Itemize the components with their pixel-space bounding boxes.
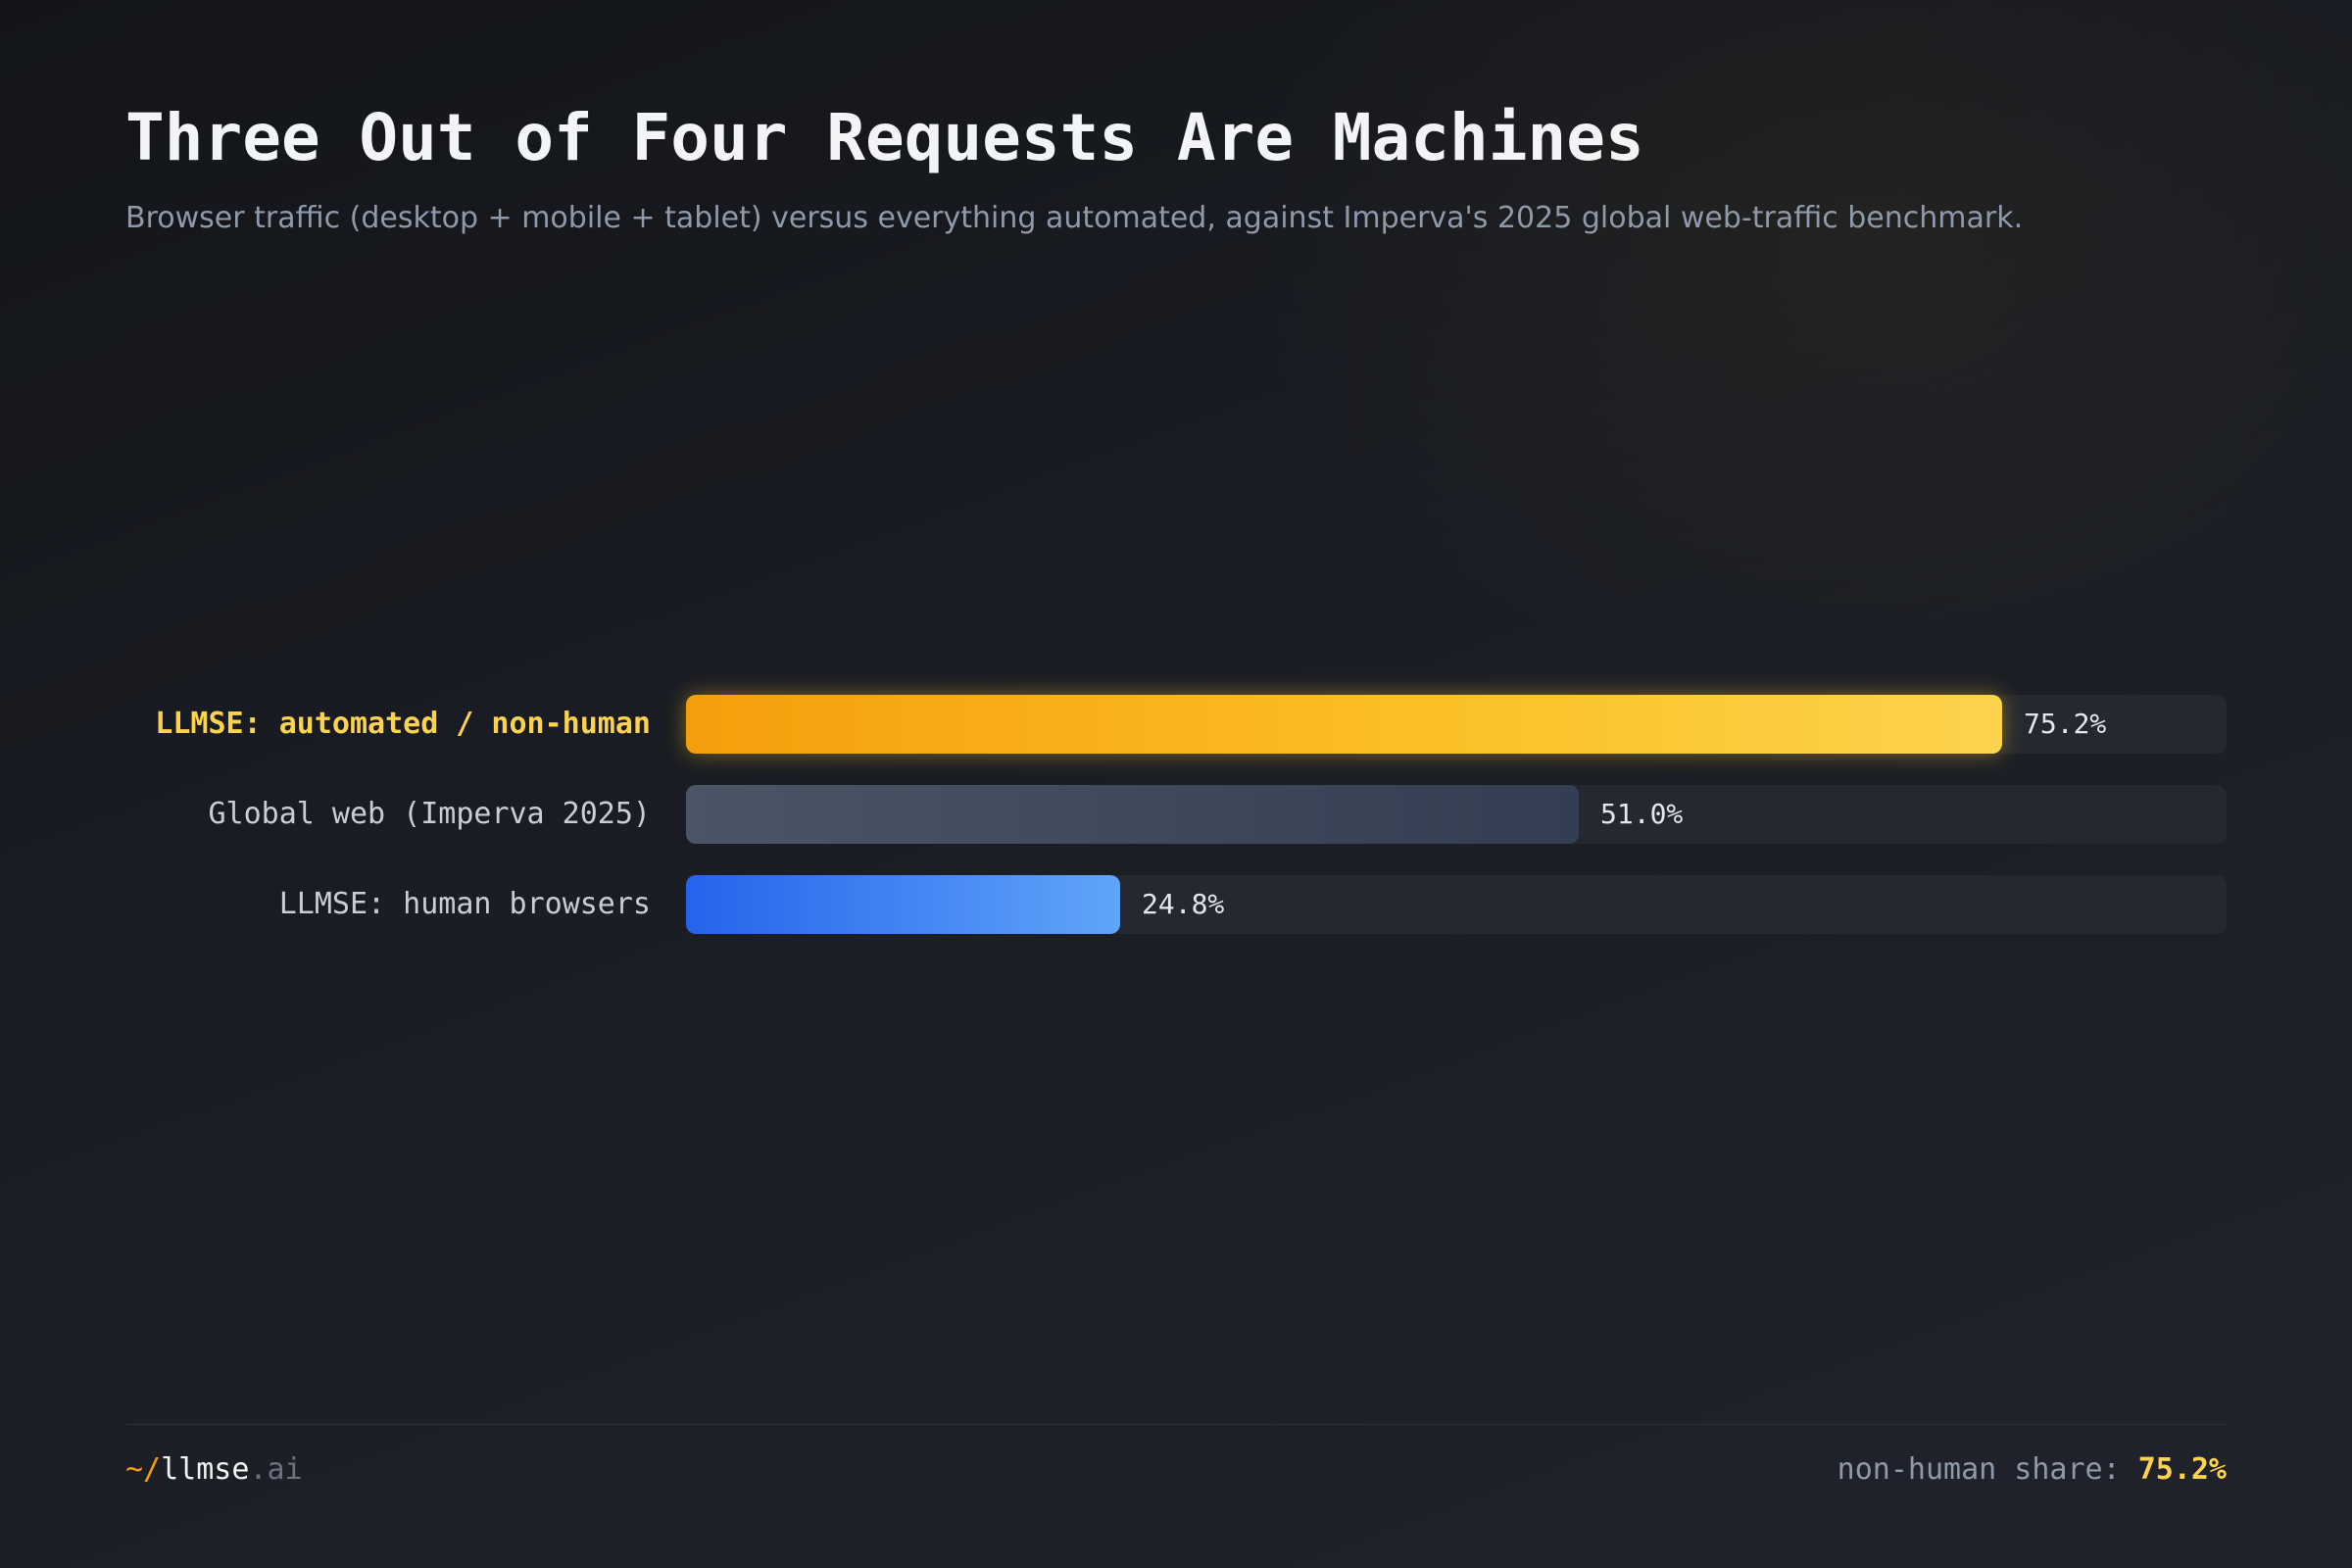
bar-row-automated-non-human: LLMSE: automated / non-human 75.2% <box>0 695 2352 754</box>
bar-human-browsers <box>686 875 1120 934</box>
category-label: LLMSE: human browsers <box>278 887 651 921</box>
brand-prefix: ~/ <box>125 1452 162 1487</box>
bar-chart: LLMSE: automated / non-human 75.2% Global … <box>0 0 2352 1568</box>
brand-name: llmse <box>161 1452 250 1487</box>
value-label: 75.2% <box>2024 708 2107 740</box>
category-label: Global web (Imperva 2025) <box>208 797 651 831</box>
non-human-share-summary: non-human share: 75.2% <box>1838 1452 2227 1487</box>
value-label: 24.8% <box>1142 888 1225 920</box>
value-label: 51.0% <box>1600 798 1684 830</box>
bar-automated-non-human <box>686 695 2002 754</box>
footer-divider <box>125 1424 2227 1425</box>
share-value: 75.2% <box>2137 1452 2227 1487</box>
brand-logo: ~/llmse.ai <box>125 1452 303 1487</box>
share-label: non-human share: <box>1837 1452 2138 1487</box>
bar-global-web-imperva <box>686 785 1579 844</box>
bar-row-global-web-imperva: Global web (Imperva 2025) 51.0% <box>0 785 2352 844</box>
bar-row-human-browsers: LLMSE: human browsers 24.8% <box>0 875 2352 934</box>
category-label: LLMSE: automated / non-human <box>155 707 651 741</box>
brand-tld: .ai <box>249 1452 303 1487</box>
